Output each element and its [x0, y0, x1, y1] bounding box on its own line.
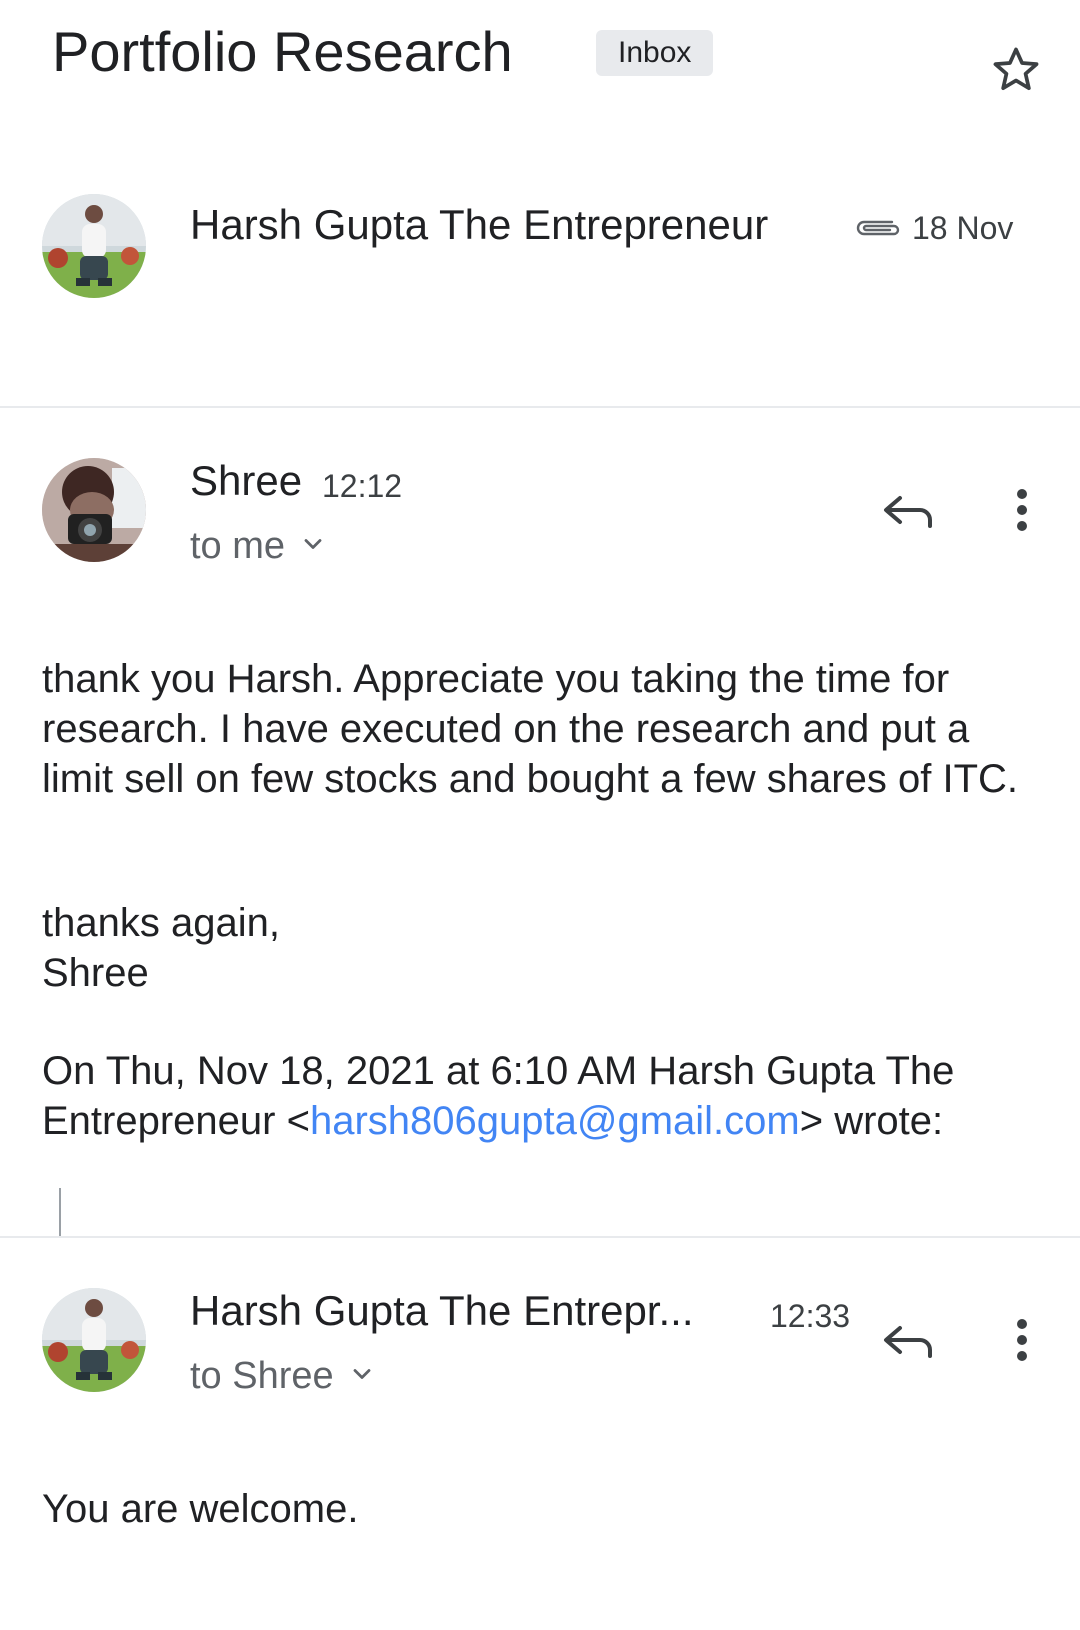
- body-paragraph: thank you Harsh. Appreciate you taking t…: [42, 657, 1018, 801]
- quote-bar: [59, 1188, 61, 1238]
- reply-arrow-icon[interactable]: [880, 480, 940, 540]
- recipient-toggle[interactable]: to Shree: [190, 1352, 376, 1400]
- message-divider: [0, 406, 1080, 408]
- sender-email-link[interactable]: harsh806gupta@gmail.com: [310, 1099, 800, 1143]
- sender-avatar: [42, 1288, 146, 1392]
- inbox-label-chip[interactable]: Inbox: [596, 30, 714, 76]
- reply-arrow-icon[interactable]: [880, 1310, 940, 1370]
- thread-subject: Portfolio Research: [52, 20, 513, 83]
- collapsed-date: 18 Nov: [912, 210, 1014, 246]
- message-signoff: thanks again, Shree: [42, 898, 1042, 998]
- paperclip-icon: [852, 214, 902, 242]
- body-paragraph: You are welcome.: [42, 1487, 359, 1531]
- quoted-header: On Thu, Nov 18, 2021 at 6:10 AM Harsh Gu…: [42, 1046, 1042, 1146]
- recipient-text: to Shree: [190, 1355, 334, 1397]
- more-vert-icon[interactable]: [1002, 1310, 1042, 1370]
- message-time: 12:12: [322, 468, 403, 504]
- message-divider: [0, 1236, 1080, 1238]
- message-body: You are welcome.: [42, 1484, 1042, 1534]
- chevron-down-icon: [353, 1369, 371, 1379]
- sender-avatar: [42, 194, 146, 298]
- signoff-line: Shree: [42, 951, 149, 995]
- quote-header-suffix: > wrote:: [799, 1099, 944, 1143]
- message-sender-name: Shree: [190, 457, 303, 504]
- recipient-toggle[interactable]: to me: [190, 522, 327, 570]
- message-sender-name: Harsh Gupta The Entrepr...: [190, 1287, 694, 1334]
- message-body: thank you Harsh. Appreciate you taking t…: [42, 654, 1042, 804]
- message-time: 12:33: [770, 1298, 851, 1334]
- signoff-line: thanks again,: [42, 901, 280, 945]
- chevron-down-icon: [304, 539, 322, 549]
- more-vert-icon[interactable]: [1002, 480, 1042, 540]
- star-outline-icon[interactable]: [988, 42, 1044, 98]
- sender-avatar: [42, 458, 146, 562]
- recipient-text: to me: [190, 525, 286, 567]
- collapsed-sender-name: Harsh Gupta The Entrepreneur: [190, 201, 769, 248]
